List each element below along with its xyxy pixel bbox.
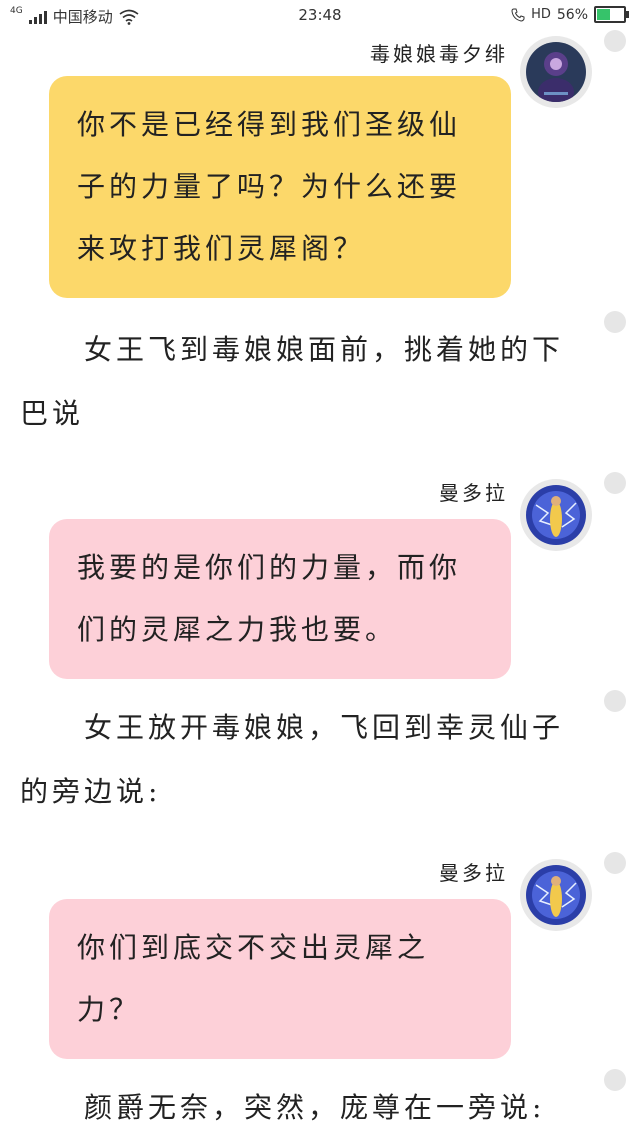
avatar[interactable] bbox=[520, 36, 592, 108]
avatar-image bbox=[526, 865, 586, 925]
battery-fill bbox=[597, 9, 610, 20]
list-dot bbox=[604, 472, 626, 494]
message-bubble: 我要的是你们的力量，而你们的灵犀之力我也要。 bbox=[49, 519, 511, 679]
avatar-image bbox=[526, 485, 586, 545]
hd-indicator: HD bbox=[531, 7, 551, 22]
speaker-name: 毒娘娘毒夕绯 bbox=[370, 42, 508, 66]
chat-message: 曼多拉 你们到底交不交出灵犀之力？ bbox=[0, 855, 640, 1059]
status-bar: 4G 中国移动 23:48 HD 56% bbox=[0, 0, 640, 34]
list-dot bbox=[604, 852, 626, 874]
call-icon bbox=[511, 8, 525, 22]
list-dot bbox=[604, 690, 626, 712]
avatar-image bbox=[526, 42, 586, 102]
message-bubble: 你们到底交不交出灵犀之力？ bbox=[49, 899, 511, 1059]
avatar[interactable] bbox=[520, 859, 592, 931]
list-dot bbox=[604, 1069, 626, 1091]
chat-message: 毒娘娘毒夕绯 你不是已经得到我们圣级仙子的力量了吗？为什么还要来攻打我们灵犀阁？ bbox=[0, 34, 640, 298]
battery-percent: 56% bbox=[556, 6, 588, 23]
avatar[interactable] bbox=[520, 479, 592, 551]
status-right: HD 56% bbox=[511, 6, 630, 23]
narration-text: 女王放开毒娘娘，飞回到幸灵仙子的旁边说: bbox=[20, 711, 565, 808]
battery-icon bbox=[594, 6, 629, 23]
message-bubble: 你不是已经得到我们圣级仙子的力量了吗？为什么还要来攻打我们灵犀阁？ bbox=[49, 76, 511, 298]
speaker-name: 曼多拉 bbox=[439, 861, 508, 885]
speaker-name: 曼多拉 bbox=[439, 481, 508, 505]
narration-text: 女王飞到毒娘娘面前，挑着她的下巴说 bbox=[20, 333, 565, 430]
list-dot bbox=[604, 30, 626, 52]
narration-text: 颜爵无奈，突然，庞尊在一旁说: bbox=[84, 1091, 546, 1124]
list-dot bbox=[604, 311, 626, 333]
chat-message: 曼多拉 我要的是你们的力量，而你们的灵犀之力我也要。 bbox=[0, 475, 640, 679]
